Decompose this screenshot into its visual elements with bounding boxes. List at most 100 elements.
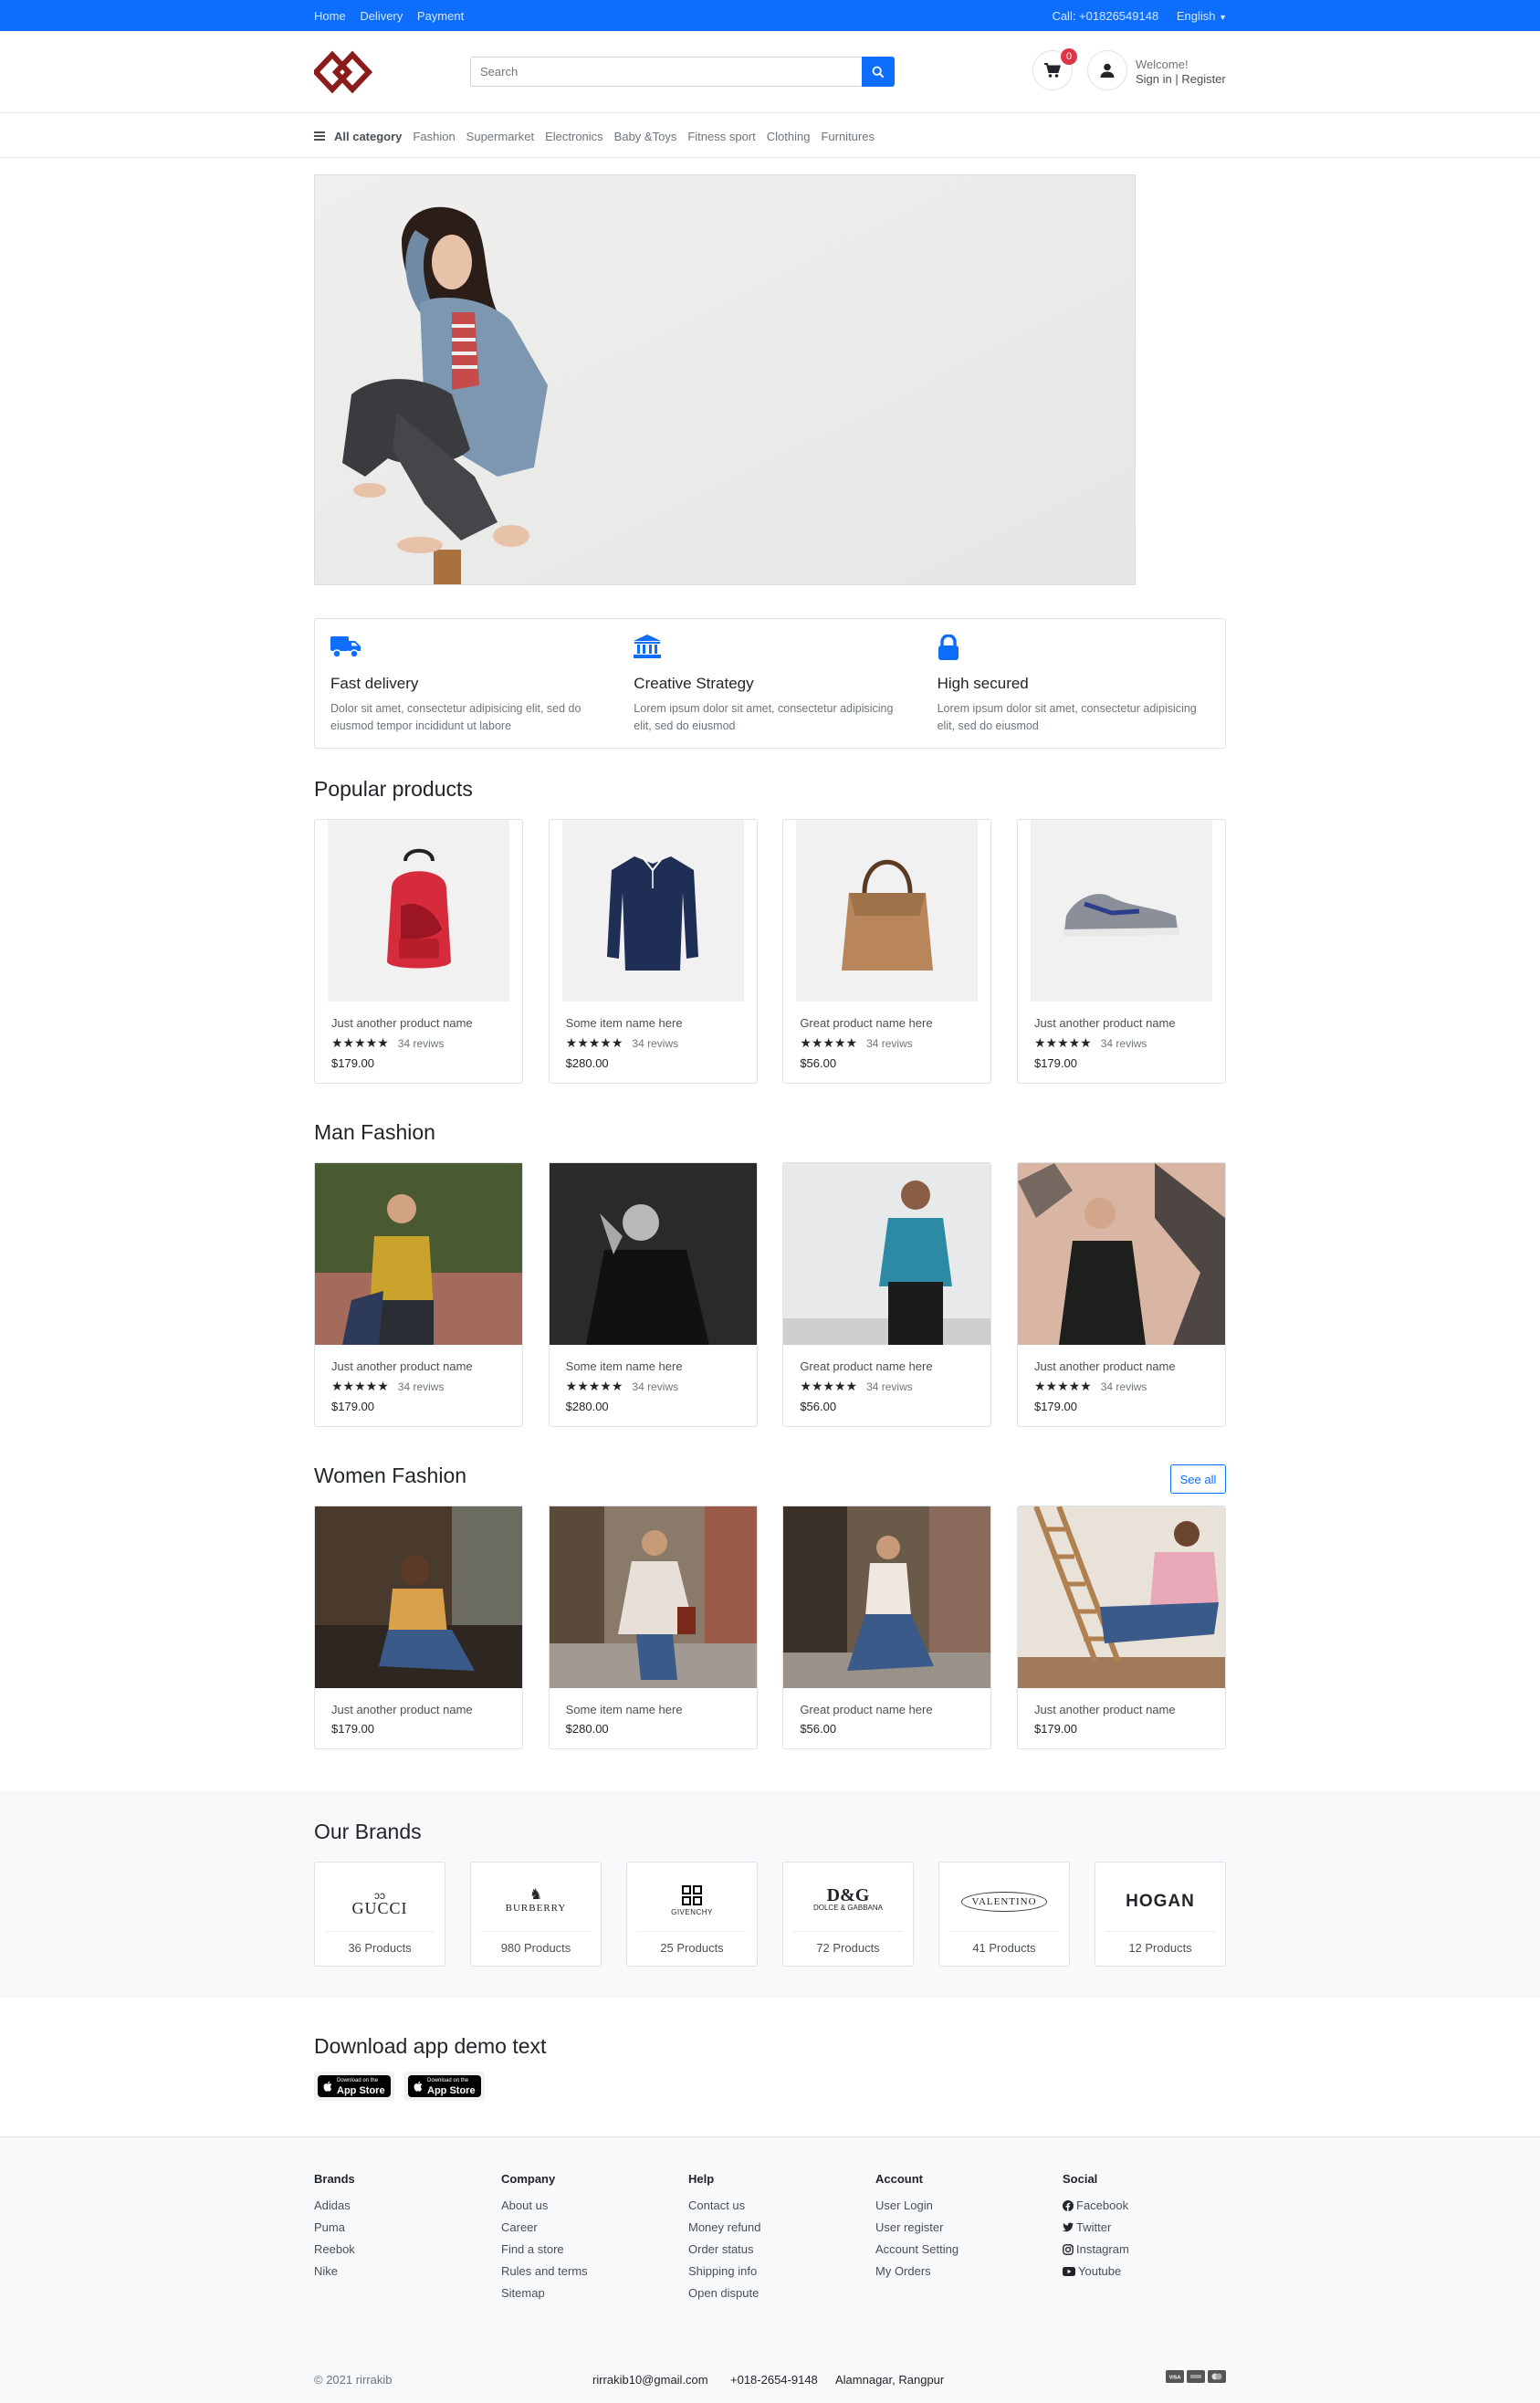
product-name[interactable]: Just another product name: [1034, 1359, 1209, 1373]
product-name[interactable]: Just another product name: [331, 1703, 506, 1716]
footer-link[interactable]: Find a store: [501, 2242, 588, 2256]
product-price: $280.00: [565, 1722, 609, 1736]
product-image[interactable]: [315, 1163, 522, 1345]
product-card[interactable]: Great product name here ★★★★★ 34 reviws $…: [782, 819, 992, 1084]
brand-logo[interactable]: [311, 49, 373, 95]
brand-card-burberry[interactable]: ♞ BURBERRY 980 Products: [470, 1862, 602, 1967]
category-electronics[interactable]: Electronics: [545, 130, 603, 143]
footer-link-facebook[interactable]: Facebook: [1063, 2198, 1129, 2212]
footer-link[interactable]: Open dispute: [688, 2286, 761, 2300]
footer-link[interactable]: About us: [501, 2198, 588, 2212]
handbag-image: [841, 859, 933, 971]
product-card[interactable]: Just another product name ★★★★★ 34 reviws…: [1016, 819, 1226, 1084]
product-image[interactable]: [549, 1163, 757, 1345]
product-card[interactable]: Just another product name ★★★★★ 34 reviws…: [1016, 1162, 1226, 1427]
product-name[interactable]: Just another product name: [331, 1016, 506, 1030]
brand-card-gucci[interactable]: ↄↄ GUCCI 36 Products: [314, 1862, 445, 1967]
app-store-button-2[interactable]: Download on the App Store: [404, 2072, 485, 2101]
footer-link[interactable]: Rules and terms: [501, 2264, 588, 2278]
product-image[interactable]: [1017, 1163, 1225, 1345]
product-name[interactable]: Great product name here: [800, 1016, 974, 1030]
product-image[interactable]: [783, 1163, 991, 1345]
product-price: $179.00: [1033, 1722, 1077, 1736]
brand-product-count: 36 Products: [348, 1941, 412, 1955]
hero-banner[interactable]: [314, 174, 1136, 585]
search-input[interactable]: [470, 57, 862, 87]
signin-register-link[interactable]: Sign in | Register: [1136, 72, 1226, 87]
footer-link[interactable]: Adidas: [314, 2198, 355, 2212]
search-button[interactable]: [862, 57, 895, 87]
footer-link[interactable]: Puma: [314, 2220, 355, 2234]
product-card[interactable]: Great product name here ★★★★★ 34 reviws $…: [782, 1162, 992, 1427]
footer-link[interactable]: Order status: [688, 2242, 761, 2256]
see-all-button[interactable]: See all: [1170, 1464, 1226, 1494]
product-image[interactable]: [1017, 1506, 1225, 1688]
product-image[interactable]: [1030, 820, 1212, 1002]
category-fashion[interactable]: Fashion: [413, 130, 455, 143]
footer-link-instagram[interactable]: Instagram: [1063, 2242, 1129, 2256]
brand-card-dolce-gabbana[interactable]: D&G DOLCE & GABBANA 72 Products: [782, 1862, 914, 1967]
product-card[interactable]: Just another product name $179.00: [314, 1506, 523, 1749]
top-link-delivery[interactable]: Delivery: [360, 9, 403, 23]
product-card[interactable]: Some item name here $280.00: [548, 1506, 758, 1749]
product-name[interactable]: Just another product name: [331, 1359, 506, 1373]
footer-link[interactable]: My Orders: [875, 2264, 959, 2278]
category-furnitures[interactable]: Furnitures: [821, 130, 875, 143]
footer-link[interactable]: Account Setting: [875, 2242, 959, 2256]
top-link-payment[interactable]: Payment: [417, 9, 464, 23]
footer-link[interactable]: Career: [501, 2220, 588, 2234]
footer-link-twitter[interactable]: Twitter: [1063, 2220, 1129, 2234]
brand-card-givenchy[interactable]: GIVENCHY 25 Products: [626, 1862, 758, 1967]
footer-link[interactable]: Nike: [314, 2264, 355, 2278]
footer-link[interactable]: User Login: [875, 2198, 959, 2212]
product-image[interactable]: [561, 820, 744, 1002]
product-card[interactable]: Just another product name ★★★★★ 34 reviws…: [314, 819, 523, 1084]
call-text: Call: +01826549148: [1052, 8, 1159, 23]
footer-link[interactable]: User register: [875, 2220, 959, 2234]
gucci-logo: ↄↄ GUCCI: [325, 1872, 435, 1932]
product-image[interactable]: [783, 1506, 991, 1688]
product-name[interactable]: Some item name here: [566, 1016, 740, 1030]
woman-cafe-image: [315, 1506, 522, 1688]
rating-stars: ★★★★★: [1033, 1379, 1092, 1393]
footer-link[interactable]: Contact us: [688, 2198, 761, 2212]
app-store-button[interactable]: Download on the App Store: [314, 2072, 394, 2101]
brand-card-valentino[interactable]: VALENTINO 41 Products: [938, 1862, 1070, 1967]
user-button[interactable]: [1087, 50, 1127, 90]
footer-link[interactable]: Money refund: [688, 2220, 761, 2234]
sneaker-image: [1063, 893, 1180, 937]
category-nav: All category Fashion Supermarket Electro…: [0, 114, 1540, 158]
product-card[interactable]: Some item name here ★★★★★ 34 reviws $280.…: [548, 1162, 758, 1427]
footer-phone[interactable]: +018-2654-9148: [730, 2373, 818, 2387]
product-card[interactable]: Just another product name ★★★★★ 34 reviws…: [314, 1162, 523, 1427]
product-name[interactable]: Just another product name: [1034, 1703, 1209, 1716]
category-fitness-sport[interactable]: Fitness sport: [687, 130, 755, 143]
footer-link[interactable]: Shipping info: [688, 2264, 761, 2278]
product-name[interactable]: Great product name here: [800, 1359, 974, 1373]
brand-card-hogan[interactable]: HOGAN 12 Products: [1095, 1862, 1226, 1967]
product-image[interactable]: [796, 820, 979, 1002]
all-category-menu[interactable]: All category: [314, 130, 402, 143]
product-card[interactable]: Some item name here ★★★★★ 34 reviws $280.…: [548, 819, 758, 1084]
product-name[interactable]: Just another product name: [1034, 1016, 1209, 1030]
footer-link-youtube[interactable]: Youtube: [1063, 2264, 1129, 2278]
category-baby-toys[interactable]: Baby &Toys: [614, 130, 677, 143]
product-name[interactable]: Great product name here: [800, 1703, 974, 1716]
footer-link[interactable]: Reebok: [314, 2242, 355, 2256]
product-name[interactable]: Some item name here: [566, 1359, 740, 1373]
language-dropdown[interactable]: English ▼: [1177, 9, 1227, 23]
footer-email[interactable]: rirrakib10@gmail.com: [592, 2373, 708, 2387]
product-image[interactable]: [328, 820, 509, 1002]
woman-street-image: [549, 1506, 757, 1688]
category-supermarket[interactable]: Supermarket: [466, 130, 534, 143]
footer-link[interactable]: Sitemap: [501, 2286, 588, 2300]
feature-title: Creative Strategy: [634, 675, 754, 692]
top-link-home[interactable]: Home: [314, 9, 346, 23]
product-image[interactable]: [315, 1506, 522, 1688]
product-card[interactable]: Great product name here $56.00: [782, 1506, 992, 1749]
product-image[interactable]: [549, 1506, 757, 1688]
man-fashion-grid: Just another product name ★★★★★ 34 reviws…: [314, 1162, 1226, 1427]
category-clothing[interactable]: Clothing: [767, 130, 811, 143]
product-name[interactable]: Some item name here: [566, 1703, 740, 1716]
product-card[interactable]: Just another product name $179.00: [1016, 1506, 1226, 1749]
